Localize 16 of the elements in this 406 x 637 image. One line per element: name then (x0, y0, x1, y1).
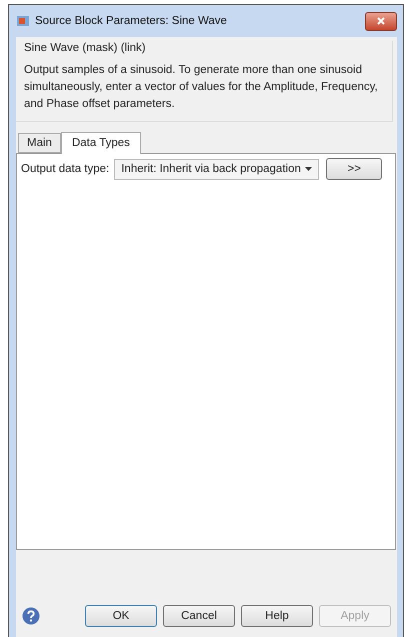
block-description: Output samples of a sinusoid. To generate more than one sinusoid simultaneously, enter a vector of values for the Amplitude, Frequency, and Phase offset parameters. (23, 63, 379, 112)
data-type-dropdown[interactable]: Inherit: Inherit via back propagation (114, 158, 320, 180)
group-title: Sine Wave (mask) (link) (23, 41, 147, 56)
dialog-button[interactable]: Cancel (163, 605, 235, 627)
close-icon (377, 17, 385, 25)
help-icon[interactable] (22, 607, 40, 625)
window-title: Source Block Parameters: Sine Wave (35, 15, 228, 27)
close-button[interactable] (365, 12, 397, 30)
tab[interactable]: Main (18, 133, 61, 153)
dialog-button[interactable]: Help (241, 605, 313, 627)
field-label: Output data type: (21, 163, 110, 175)
dropdown-arrow-icon (305, 167, 312, 171)
assistant-button[interactable]: >> (326, 158, 382, 180)
dialog-button[interactable]: OK (85, 605, 157, 627)
app-icon (16, 14, 30, 28)
tab[interactable]: Data Types (60, 132, 141, 154)
